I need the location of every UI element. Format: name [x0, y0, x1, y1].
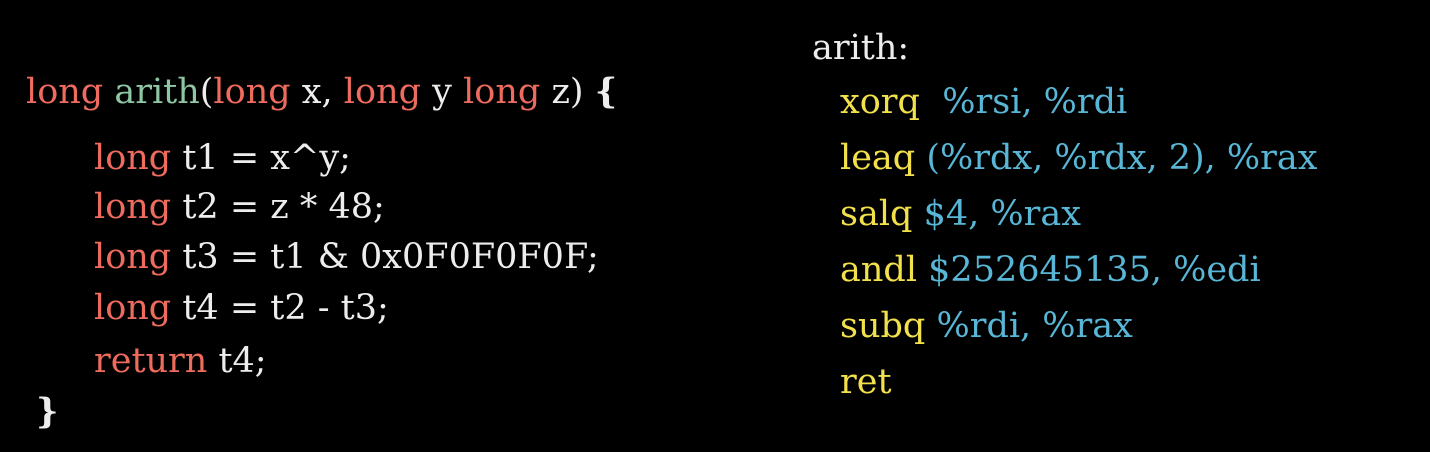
c-keyword: long [94, 138, 172, 178]
c-keyword-long: long [26, 72, 104, 112]
c-keyword: long [94, 237, 172, 277]
c-keyword-long: long [343, 72, 422, 112]
c-statement: t2 = z * 48; [182, 187, 385, 227]
asm-mnemonic: subq [840, 306, 926, 346]
c-param-z: z) [551, 72, 584, 112]
c-keyword: long [94, 187, 172, 227]
c-code-line: long t3 = t1 & 0x0F0F0F0F; [94, 233, 599, 281]
c-code-line: long t1 = x^y; [94, 134, 351, 182]
asm-instruction: subq %rdi, %rax [840, 302, 1133, 350]
c-function-name: arith [114, 72, 200, 112]
asm-instruction: xorq %rsi, %rdi [840, 78, 1127, 126]
c-code-line: return t4; [94, 337, 267, 385]
asm-instruction: leaq (%rdx, %rdx, 2), %rax [840, 134, 1318, 182]
c-statement: t3 = t1 & 0x0F0F0F0F; [182, 237, 599, 277]
asm-instruction: ret [840, 358, 892, 406]
asm-operands: (%rdx, %rdx, 2), %rax [926, 138, 1318, 178]
c-function-signature: long arith(long x, long y long z) { [26, 68, 617, 116]
asm-operands: %rdi, %rax [936, 306, 1133, 346]
c-statement: t1 = x^y; [182, 138, 351, 178]
c-param-y: y [432, 72, 452, 112]
asm-mnemonic: leaq [840, 138, 916, 178]
c-open-brace: { [594, 71, 618, 112]
code-slide: long arith(long x, long y long z) { long… [0, 0, 1430, 452]
c-statement: t4 = t2 - t3; [182, 288, 389, 328]
c-keyword-return: return [94, 341, 208, 381]
c-param-x: x, [301, 72, 333, 112]
c-keyword-long: long [463, 72, 541, 112]
c-statement: t4; [218, 341, 267, 381]
asm-instruction: salq $4, %rax [840, 190, 1081, 238]
asm-operands: $4, %rax [923, 194, 1081, 234]
c-close-brace: } [36, 391, 59, 432]
asm-mnemonic: salq [840, 194, 913, 234]
asm-mnemonic: andl [840, 250, 918, 290]
c-code-line: long t2 = z * 48; [94, 183, 385, 231]
c-open-paren: ( [199, 72, 214, 112]
c-code-line: long t4 = t2 - t3; [94, 284, 389, 332]
asm-mnemonic: xorq [840, 82, 920, 122]
asm-instruction: andl $252645135, %edi [840, 246, 1261, 294]
c-keyword: long [94, 288, 172, 328]
asm-operands: %rsi, %rdi [942, 82, 1128, 122]
asm-mnemonic: ret [840, 362, 892, 402]
asm-operands: $252645135, %edi [928, 250, 1261, 290]
c-keyword-long: long [213, 72, 291, 112]
asm-label: arith: [812, 28, 910, 68]
